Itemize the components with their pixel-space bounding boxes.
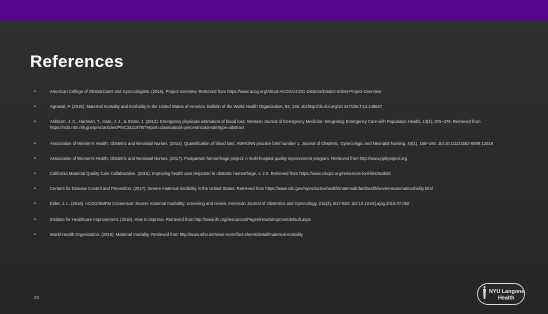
logo-text-line2: Health [498, 296, 514, 302]
reference-item: • Agrawal, P. (2015). Maternal mortality … [34, 104, 506, 110]
logo-text-line1: NYU Langone [489, 289, 524, 295]
bullet-icon: • [34, 140, 36, 147]
flame-icon [483, 285, 486, 289]
reference-item: • California Maternal Quality Care Collab… [34, 171, 506, 177]
reference-item: • Elder, J. L. (2016). ACOG/SMFM Consensu… [34, 201, 506, 207]
bullet-icon: • [34, 119, 36, 126]
reference-text: Elder, J. L. (2016). ACOG/SMFM Consensus… [50, 201, 410, 207]
reference-text: Ashburn, J. C., Harrison, T., Ham, J. J.… [50, 119, 481, 131]
bullet-icon: • [34, 104, 36, 111]
nyu-langone-logo: NYU Langone Health [477, 283, 525, 305]
bullet-icon: • [34, 216, 36, 223]
reference-item: • Centers for Disease Control and Prevent… [34, 186, 506, 192]
bullet-icon: • [34, 89, 36, 95]
reference-list: • American College of Obstetricians and G… [34, 89, 506, 247]
reference-item: • Ashburn, J. C., Harrison, T., Ham, J. J… [34, 119, 506, 131]
reference-text: Institute for Healthcare Improvement. (2… [50, 216, 311, 222]
slide-title: References [30, 52, 124, 71]
reference-item: • Institute for Healthcare Improvement. (… [34, 217, 506, 223]
reference-text: California Maternal Quality Care Collabo… [50, 170, 391, 176]
reference-text: Association of Women's Health, Obstetric… [50, 155, 408, 161]
reference-item: • American College of Obstetricians and G… [34, 89, 506, 95]
bullet-icon: • [34, 201, 36, 208]
bullet-icon: • [34, 231, 36, 238]
page-number: 20 [34, 295, 40, 300]
reference-item: • Association of Women's Health, Obstetri… [34, 141, 506, 147]
torch-icon [483, 289, 486, 299]
bullet-icon: • [34, 186, 36, 193]
reference-text: World Health Organization. (2016). Mater… [50, 231, 303, 237]
reference-item: • Association of Women's Health, Obstetri… [34, 156, 506, 162]
bullet-icon: • [34, 170, 36, 177]
bullet-icon: • [34, 155, 36, 162]
reference-item: • World Health Organization. (2016). Mate… [34, 232, 506, 238]
reference-text: Agrawal, P. (2015). Maternal mortality a… [50, 104, 383, 110]
reference-text: Centers for Disease Control and Preventi… [50, 186, 433, 192]
title-accent-bar [0, 0, 548, 20]
reference-text: Association of Women's Health, Obstetric… [50, 140, 494, 146]
reference-text: American College of Obstetricians and Gy… [50, 89, 382, 94]
